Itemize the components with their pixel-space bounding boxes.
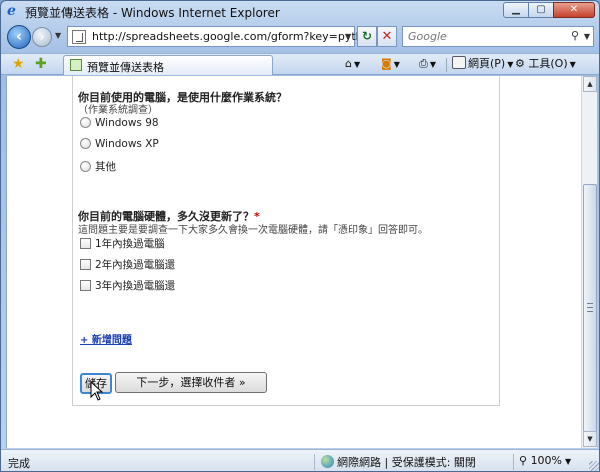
add-favorite-icon[interactable]: ✚ [35, 56, 47, 72]
scroll-thumb[interactable] [583, 184, 597, 432]
scroll-up-arrow-icon[interactable]: ▲ [583, 76, 597, 92]
scroll-grip-icon [587, 303, 593, 312]
option-label: 1年內換過電腦 [95, 238, 165, 250]
option-other[interactable]: 其他 [80, 159, 116, 174]
navigation-bar: ‹ › ▼ http://spreadsheets.google.com/gfo… [1, 23, 599, 51]
home-dropdown-icon[interactable]: ▼ [354, 60, 360, 69]
refresh-button[interactable]: ↻ [357, 26, 377, 47]
option-3-years[interactable]: 3年內換過電腦還 [80, 278, 175, 293]
option-label: Windows XP [95, 138, 159, 150]
page-icon [452, 56, 466, 69]
address-input[interactable]: http://spreadsheets.google.com/gform?key… [92, 30, 382, 43]
address-dropdown-icon[interactable]: ▼ [345, 32, 351, 41]
page-icon [72, 30, 86, 44]
ie-logo-icon: e [7, 3, 16, 19]
back-button[interactable]: ‹ [7, 25, 31, 49]
window-title: 預覽並傳送表格 - Windows Internet Explorer [25, 6, 280, 20]
resize-grip-icon[interactable] [589, 461, 599, 471]
radio-button[interactable] [80, 117, 91, 128]
feeds-button[interactable]: ◙ ▼ [381, 56, 400, 74]
tab-label: 預覽並傳送表格 [87, 61, 164, 74]
feeds-icon: ◙ [381, 57, 392, 70]
next-choose-recipients-button[interactable]: 下一步，選擇收件者 » [115, 372, 267, 393]
zoom-dropdown-icon[interactable]: ▼ [565, 457, 571, 466]
command-bar: ★ ✚ 預覽並傳送表格 ⌂ ▼ ◙ ▼ ⎙ ▼ 網頁(P) ▼ ⚙ 工具(O) ▼ [1, 53, 599, 75]
option-windows-98[interactable]: Windows 98 [80, 117, 159, 129]
feeds-dropdown-icon[interactable]: ▼ [394, 60, 400, 69]
tools-dropdown-icon: ▼ [569, 60, 576, 69]
close-button[interactable]: ✕ [553, 2, 595, 18]
window-controls: ▁ ▢ ✕ [503, 2, 595, 18]
checkbox[interactable] [80, 280, 91, 291]
page-menu-label: 網頁(P) [468, 57, 506, 70]
tools-menu-label: 工具(O) [528, 57, 568, 70]
home-icon: ⌂ [345, 57, 352, 70]
search-dropdown-icon[interactable]: ▼ [584, 32, 590, 41]
address-bar[interactable]: http://spreadsheets.google.com/gform?key… [67, 26, 382, 47]
tools-menu-button[interactable]: ⚙ 工具(O) ▼ [515, 56, 576, 74]
page-dropdown-icon: ▼ [507, 60, 514, 69]
print-button[interactable]: ⎙ ▼ [419, 56, 436, 74]
forward-button[interactable]: › [32, 27, 52, 47]
globe-icon [321, 455, 334, 468]
page-menu-button[interactable]: 網頁(P) ▼ [452, 56, 513, 74]
vertical-scrollbar[interactable]: ▲ ▼ [581, 76, 597, 448]
home-button[interactable]: ⌂ ▼ [345, 56, 360, 74]
print-dropdown-icon[interactable]: ▼ [430, 60, 436, 69]
search-icon[interactable]: ⚲ [571, 29, 579, 42]
print-icon: ⎙ [419, 57, 428, 70]
status-bar: 完成 網際網路 | 受保護模式: 關閉 ⚲ 100% ▼ [1, 449, 599, 471]
zoom-magnifier-icon: ⚲ [519, 454, 528, 467]
stop-button[interactable]: ✕ [377, 26, 397, 47]
title-bar: e 預覽並傳送表格 - Windows Internet Explorer ▁ … [1, 1, 599, 21]
radio-button[interactable] [80, 161, 91, 172]
search-bar[interactable]: Google ⚲ ▼ [402, 26, 594, 47]
form-preview: 你目前使用的電腦，是使用什麼作業系統？ （作業系統調查） Windows 98 … [72, 76, 500, 406]
status-separator [513, 454, 514, 470]
gear-icon: ⚙ [515, 57, 525, 70]
favorites-star-icon[interactable]: ★ [12, 56, 25, 72]
page-viewport: 你目前使用的電腦，是使用什麼作業系統？ （作業系統調查） Windows 98 … [6, 76, 581, 448]
mouse-cursor-icon [90, 381, 104, 401]
security-zone-label: 網際網路 | 受保護模式: 關閉 [337, 456, 476, 469]
status-separator [314, 454, 315, 470]
option-windows-xp[interactable]: Windows XP [80, 138, 159, 150]
zoom-level: 100% [530, 454, 563, 467]
minimize-button[interactable]: ▁ [503, 2, 529, 18]
option-label: 其他 [95, 161, 116, 173]
add-question-link[interactable]: + 新增問題 [80, 331, 132, 346]
search-input[interactable]: Google [408, 30, 447, 43]
status-text: 完成 [8, 457, 30, 470]
option-2-years[interactable]: 2年內換過電腦還 [80, 257, 175, 272]
maximize-button[interactable]: ▢ [528, 2, 554, 18]
checkbox[interactable] [80, 238, 91, 249]
ie-window: e 預覽並傳送表格 - Windows Internet Explorer ▁ … [0, 0, 600, 472]
scroll-down-arrow-icon[interactable]: ▼ [583, 431, 597, 447]
option-label: Windows 98 [95, 117, 159, 129]
radio-button[interactable] [80, 138, 91, 149]
recent-pages-dropdown-icon[interactable]: ▼ [55, 31, 61, 40]
option-label: 3年內換過電腦還 [95, 280, 176, 292]
question-os-help: （作業系統調查） [78, 105, 158, 116]
checkbox[interactable] [80, 259, 91, 270]
command-separator [446, 58, 447, 72]
tab-preview-form[interactable]: 預覽並傳送表格 [63, 55, 273, 75]
option-label: 2年內換過電腦還 [95, 259, 176, 271]
question-hardware-help: 這問題主要是要調查一下大家多久會換一次電腦硬體，請「憑印象」回答即可。 [78, 225, 428, 236]
zoom-control[interactable]: ⚲ 100% ▼ [519, 454, 571, 467]
tab-favicon-icon [70, 59, 82, 71]
option-1-year[interactable]: 1年內換過電腦 [80, 236, 165, 251]
security-zone[interactable]: 網際網路 | 受保護模式: 關閉 [321, 454, 476, 470]
